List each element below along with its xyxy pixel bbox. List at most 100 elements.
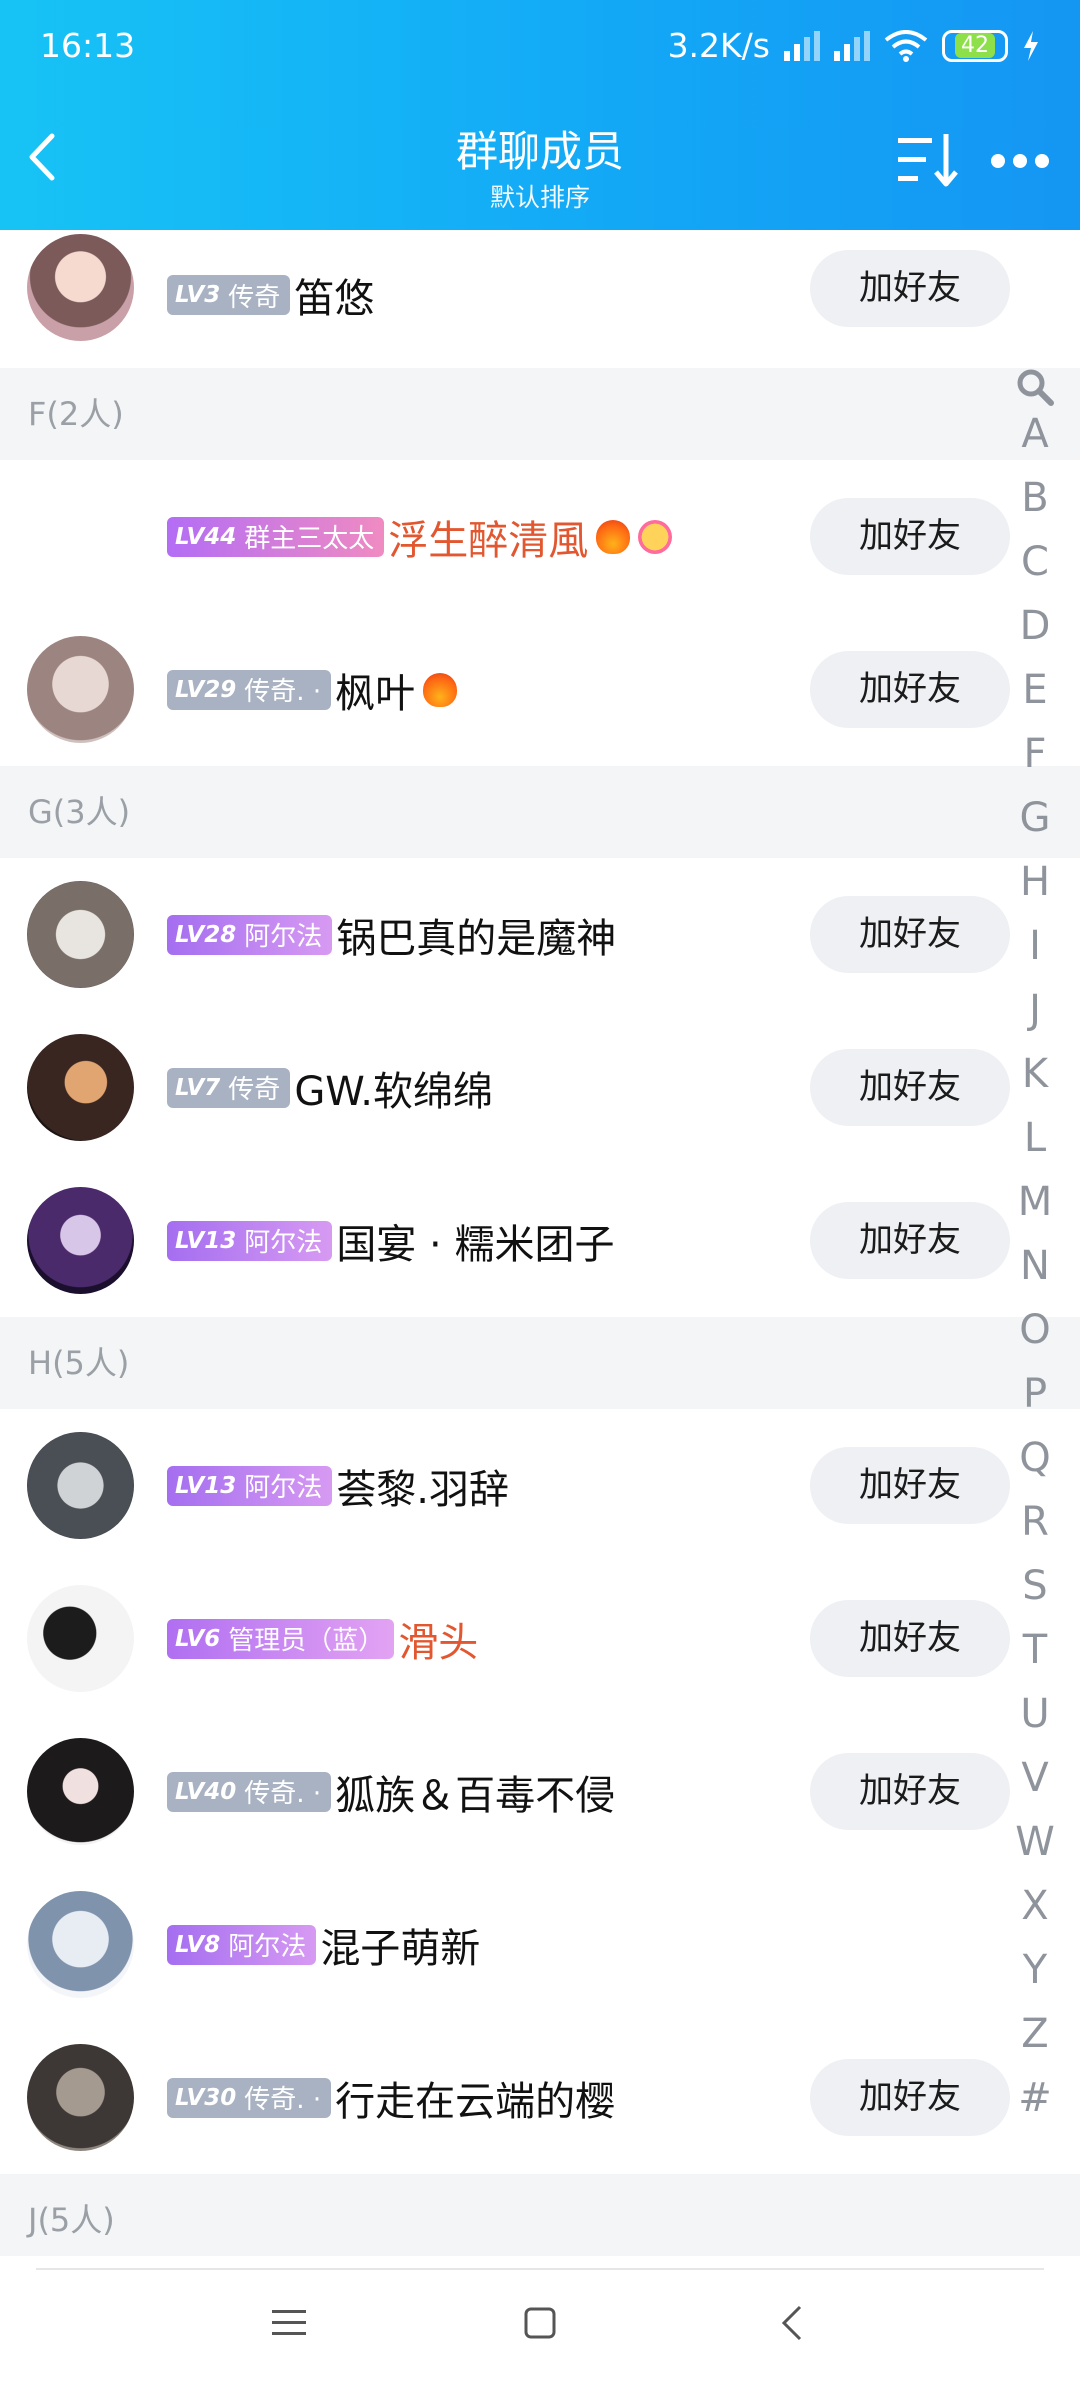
index-letter[interactable]: K: [1010, 1042, 1060, 1106]
signal-icon: [784, 30, 820, 61]
admin-badge: LV6 管理员（蓝）: [167, 1618, 395, 1659]
section-header-f: F(2人): [0, 368, 1080, 460]
index-letter[interactable]: H: [1010, 850, 1060, 914]
member-row[interactable]: LV8 阿尔法 混子萌新: [0, 1868, 1080, 2021]
member-name: 浮生醉清風: [388, 517, 589, 564]
back-icon[interactable]: [780, 2304, 804, 2342]
member-row[interactable]: LV29 传奇. · 枫叶 加好友: [0, 613, 1080, 766]
charging-icon: [1024, 30, 1038, 61]
member-list: LV3 传奇 笛悠 加好友 F(2人) LV44 群主三太太 浮生醉清風 加好友 L…: [0, 230, 1080, 2266]
wifi-icon: [884, 29, 928, 62]
index-letter[interactable]: W: [1010, 1810, 1060, 1874]
system-navbar: [0, 2256, 1080, 2400]
index-letter[interactable]: C: [1010, 530, 1060, 594]
header: 16:13 3.2K/s 42 群聊成员 默认排序: [0, 0, 1080, 230]
index-letter[interactable]: Q: [1010, 1426, 1060, 1490]
battery-level: 42: [955, 33, 995, 58]
fire-icon: [423, 672, 458, 707]
member-row[interactable]: LV6 管理员（蓝） 滑头 加好友: [0, 1562, 1080, 1715]
level-badge: LV3 传奇: [167, 275, 291, 315]
avatar[interactable]: [27, 1738, 134, 1845]
index-letter[interactable]: #: [1010, 2066, 1060, 2130]
level-badge: LV8 阿尔法: [167, 1924, 317, 1965]
member-name: 行走在云端的樱: [335, 2078, 616, 2125]
index-letter[interactable]: Z: [1010, 2002, 1060, 2066]
add-friend-button[interactable]: 加好友: [810, 1447, 1010, 1524]
owner-badge: LV44 群主三太太: [167, 516, 385, 557]
level-badge: LV13 阿尔法: [167, 1220, 333, 1261]
add-friend-button[interactable]: 加好友: [810, 250, 1010, 327]
index-letter[interactable]: G: [1010, 786, 1060, 850]
member-name: 荟黎.羽辞: [336, 1466, 510, 1513]
member-name: 锅巴真的是魔神: [336, 915, 617, 962]
level-badge: LV30 传奇. ·: [167, 2077, 332, 2118]
section-header-g: G(3人): [0, 766, 1080, 858]
member-row[interactable]: LV3 传奇 笛悠 加好友: [0, 230, 1080, 368]
level-badge: LV13 阿尔法: [167, 1465, 333, 1506]
avatar[interactable]: [27, 1187, 134, 1294]
index-letter[interactable]: T: [1010, 1618, 1060, 1682]
index-letter[interactable]: J: [1010, 978, 1060, 1042]
member-name: 狐族＆百毒不侵: [335, 1772, 616, 1819]
index-letter[interactable]: B: [1010, 466, 1060, 530]
add-friend-button[interactable]: 加好友: [810, 651, 1010, 728]
index-letter[interactable]: I: [1010, 914, 1060, 978]
index-letter[interactable]: E: [1010, 658, 1060, 722]
menu-icon[interactable]: [272, 2308, 306, 2338]
avatar[interactable]: [27, 1891, 134, 1998]
index-letter[interactable]: R: [1010, 1490, 1060, 1554]
section-header-j: J(5人): [0, 2174, 1080, 2266]
add-friend-button[interactable]: 加好友: [810, 1049, 1010, 1126]
avatar[interactable]: [27, 2044, 134, 2151]
index-letter[interactable]: F: [1010, 722, 1060, 786]
member-row[interactable]: LV30 传奇. · 行走在云端的樱 加好友: [0, 2021, 1080, 2174]
index-letter[interactable]: U: [1010, 1682, 1060, 1746]
avatar[interactable]: [27, 1585, 134, 1692]
home-icon[interactable]: [523, 2306, 557, 2340]
index-letter[interactable]: S: [1010, 1554, 1060, 1618]
signal-icon-2: [834, 30, 870, 61]
member-name: 滑头: [398, 1619, 479, 1666]
add-friend-button[interactable]: 加好友: [810, 1202, 1010, 1279]
index-letter[interactable]: V: [1010, 1746, 1060, 1810]
index-letter[interactable]: X: [1010, 1874, 1060, 1938]
index-letter[interactable]: Y: [1010, 1938, 1060, 2002]
index-letter[interactable]: A: [1010, 402, 1060, 466]
fire-icon: [596, 519, 631, 554]
avatar[interactable]: [27, 1034, 134, 1141]
member-name: 枫叶: [335, 670, 416, 717]
index-letter[interactable]: M: [1010, 1170, 1060, 1234]
add-friend-button[interactable]: 加好友: [810, 896, 1010, 973]
member-row[interactable]: LV44 群主三太太 浮生醉清風 加好友: [0, 460, 1080, 613]
avatar[interactable]: [27, 636, 134, 743]
add-friend-button[interactable]: 加好友: [810, 498, 1010, 575]
battery-icon: 42: [942, 29, 1008, 62]
member-row[interactable]: LV28 阿尔法 锅巴真的是魔神 加好友: [0, 858, 1080, 1011]
index-letter[interactable]: O: [1010, 1298, 1060, 1362]
more-icon[interactable]: [990, 152, 1050, 170]
avatar[interactable]: [27, 881, 134, 988]
member-row[interactable]: LV13 阿尔法 国宴 · 糯米团子 加好友: [0, 1164, 1080, 1317]
add-friend-button[interactable]: 加好友: [810, 1753, 1010, 1830]
level-badge: LV28 阿尔法: [167, 914, 333, 955]
member-row[interactable]: LV40 传奇. · 狐族＆百毒不侵 加好友: [0, 1715, 1080, 1868]
member-name: 笛悠: [294, 276, 375, 322]
search-icon[interactable]: [1010, 362, 1060, 406]
avatar[interactable]: [27, 234, 134, 341]
index-letter[interactable]: L: [1010, 1106, 1060, 1170]
index-letter[interactable]: N: [1010, 1234, 1060, 1298]
index-letter[interactable]: D: [1010, 594, 1060, 658]
add-friend-button[interactable]: 加好友: [810, 1600, 1010, 1677]
status-time: 16:13: [40, 26, 136, 65]
level-badge: LV7 传奇: [167, 1067, 291, 1108]
avatar[interactable]: [27, 1432, 134, 1539]
index-letter[interactable]: P: [1010, 1362, 1060, 1426]
add-friend-button[interactable]: 加好友: [810, 2059, 1010, 2136]
sort-icon[interactable]: [898, 132, 960, 188]
level-badge: LV40 传奇. ·: [167, 1771, 332, 1812]
member-name: 国宴 · 糯米团子: [336, 1221, 615, 1268]
network-speed: 3.2K/s: [667, 26, 770, 65]
alphabet-index[interactable]: A B C D E F G H I J K L M N O P Q R S T …: [1010, 362, 1060, 2130]
member-row[interactable]: LV13 阿尔法 荟黎.羽辞 加好友: [0, 1409, 1080, 1562]
member-row[interactable]: LV7 传奇 GW.软绵绵 加好友: [0, 1011, 1080, 1164]
